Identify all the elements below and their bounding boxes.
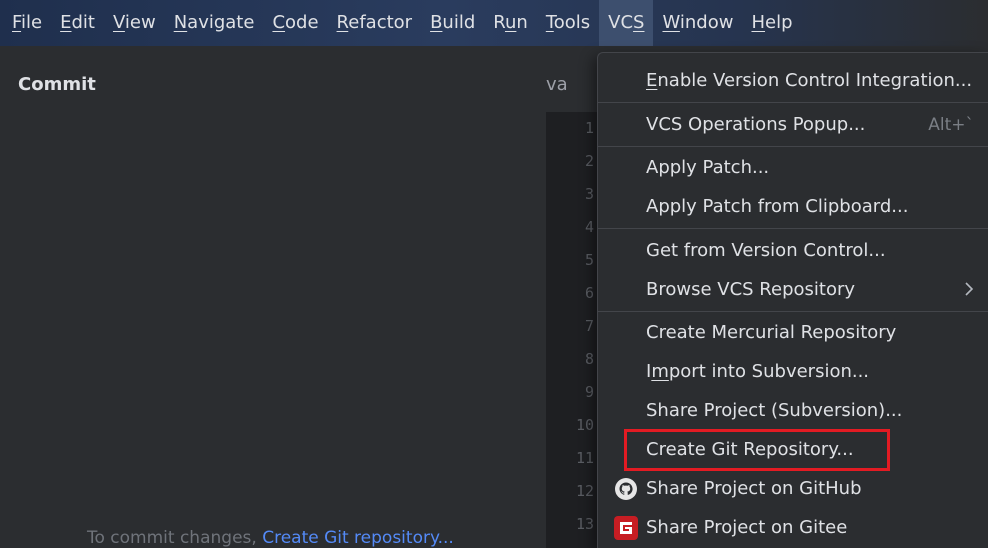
menu-item-vcs-operations-popup[interactable]: VCS Operations Popup... [646, 111, 865, 139]
line-number: 4 [584, 218, 594, 236]
line-number: 11 [575, 449, 594, 467]
menu-item-share-on-gitee[interactable]: Share Project on Gitee [646, 514, 847, 542]
menu-refactor[interactable]: Refactor [328, 0, 422, 46]
highlight-annotation-box [624, 429, 890, 471]
submenu-arrow-icon [964, 275, 974, 303]
menu-tools[interactable]: Tools [537, 0, 599, 46]
line-number: 1 [584, 119, 594, 137]
menu-file[interactable]: File [0, 0, 51, 46]
editor-tab[interactable]: va [546, 74, 568, 95]
menu-item-apply-patch[interactable]: Apply Patch... [646, 154, 769, 182]
menu-item-enable-vcs-integration[interactable]: Enable Version Control Integration... [646, 67, 972, 95]
menu-build[interactable]: Build [421, 0, 484, 46]
line-number: 5 [584, 251, 594, 269]
menu-navigate[interactable]: Navigate [165, 0, 264, 46]
menu-help[interactable]: Help [742, 0, 801, 46]
menu-vcs[interactable]: VCS [599, 0, 654, 46]
menu-separator [598, 228, 988, 229]
commit-panel: Commit To commit changes, Create Git rep… [0, 46, 546, 548]
menu-edit[interactable]: Edit [51, 0, 104, 46]
line-number: 3 [584, 185, 594, 203]
gitee-icon [614, 516, 638, 540]
menu-item-get-from-version-control[interactable]: Get from Version Control... [646, 237, 886, 265]
line-number: 7 [584, 317, 594, 335]
line-number: 6 [584, 284, 594, 302]
line-number: 10 [575, 416, 594, 434]
line-number: 8 [584, 350, 594, 368]
vcs-dropdown-menu: Enable Version Control Integration... VC… [597, 52, 988, 548]
line-number: 9 [584, 383, 594, 401]
line-number: 12 [575, 482, 594, 500]
menu-separator [598, 102, 988, 103]
github-icon [614, 477, 638, 501]
menu-item-import-into-subversion[interactable]: Import into Subversion... [646, 358, 869, 386]
menu-run[interactable]: Run [484, 0, 537, 46]
menu-item-share-on-github[interactable]: Share Project on GitHub [646, 475, 862, 503]
menu-view[interactable]: View [104, 0, 165, 46]
menu-item-browse-vcs-repository[interactable]: Browse VCS Repository [646, 276, 855, 304]
commit-hint-text: To commit changes, [87, 528, 263, 548]
line-number: 13 [575, 515, 594, 533]
line-number: 2 [584, 152, 594, 170]
menu-item-share-project-subversion[interactable]: Share Project (Subversion)... [646, 397, 902, 425]
shortcut-label: Alt+` [928, 115, 974, 135]
commit-panel-title: Commit [18, 74, 96, 95]
menu-item-create-mercurial-repository[interactable]: Create Mercurial Repository [646, 319, 896, 347]
menu-code[interactable]: Code [263, 0, 327, 46]
menu-separator [598, 146, 988, 147]
menu-item-apply-patch-from-clipboard[interactable]: Apply Patch from Clipboard... [646, 193, 908, 221]
menu-separator [598, 311, 988, 312]
create-git-repository-link[interactable]: Create Git repository... [262, 528, 454, 548]
commit-hint: To commit changes, Create Git repository… [87, 528, 454, 548]
main-menu-bar: File Edit View Navigate Code Refactor Bu… [0, 0, 988, 46]
menu-window[interactable]: Window [653, 0, 742, 46]
line-number-gutter: 1 2 3 4 5 6 7 8 9 10 11 12 13 [546, 112, 598, 548]
